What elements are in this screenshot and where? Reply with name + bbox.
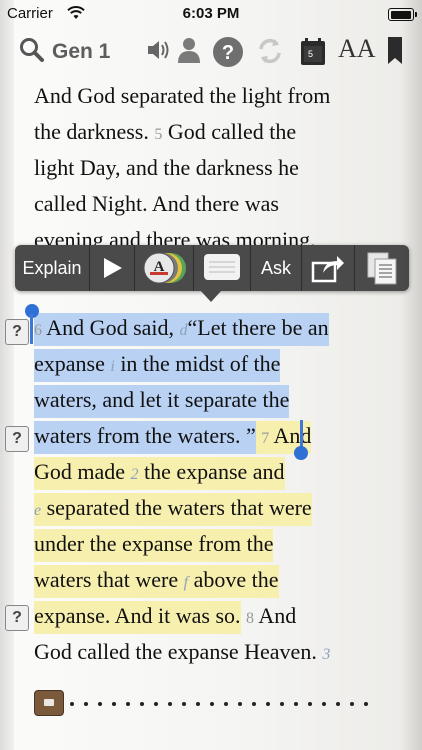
page-dot [154,702,158,706]
battery-fill [390,10,411,19]
help-icon[interactable]: ? [212,36,244,68]
chapter-browser-button[interactable] [34,690,64,716]
speaker-icon[interactable] [144,36,172,64]
page-dot [168,702,172,706]
page-dot [252,702,256,706]
text-line: light Day, and the darkness he [34,155,299,180]
footnote-marker[interactable]: 2 [131,466,139,483]
highlight-colors-icon[interactable]: A [135,245,193,291]
text-size-label: AA [338,34,376,63]
page-dot [224,702,228,706]
text-size-icon[interactable]: AA [338,34,376,64]
selection-menu-pointer [200,290,222,302]
play-icon[interactable] [90,245,134,291]
page-dot [238,702,242,706]
svg-text:?: ? [222,42,234,64]
note-icon[interactable] [194,245,250,291]
page-dot [126,702,130,706]
text-line: called Night. And there was [34,191,279,216]
page-dot [336,702,340,706]
page-dot [364,702,368,706]
bookmark-icon[interactable] [387,36,403,66]
selection-start-caret [30,314,33,344]
text-line: expanse. And it was so. 8 And [34,598,296,634]
footnote-marker[interactable]: f [184,574,188,591]
calendar-icon[interactable]: 5 [299,36,327,66]
copy-icon[interactable] [355,245,409,291]
page-indicator[interactable] [70,694,378,706]
footnote-marker[interactable]: d [180,322,188,339]
page-dot [98,702,102,706]
question-marker-button[interactable]: ? [5,605,29,631]
footnote-marker[interactable]: 3 [322,646,330,663]
ask-button[interactable]: Ask [251,245,301,291]
page-dot [196,702,200,706]
page-dot [308,702,312,706]
share-icon[interactable] [302,245,354,291]
page-dot [210,702,214,706]
person-icon[interactable] [176,36,202,64]
text-line: expanse i in the midst of the [34,346,281,382]
page-dot [112,702,116,706]
question-marker-button[interactable]: ? [5,426,29,452]
question-marker-button[interactable]: ? [5,319,29,345]
explain-button[interactable]: Explain [15,245,89,291]
text-line: under the expanse from the [34,526,274,562]
text-line: e separated the waters that were [34,490,312,526]
text-line: waters that were f above the [34,562,279,598]
status-bar: Carrier 6:03 PM [0,0,422,28]
page-dot [140,702,144,706]
page-dot [182,702,186,706]
footnote-marker[interactable]: e [34,502,41,519]
clock: 6:03 PM [182,5,240,22]
sync-icon[interactable] [255,36,285,66]
text-line: waters from the waters. ” 7 And [34,418,312,454]
color-letter: A [154,259,165,275]
reference-button[interactable]: Gen 1 [52,40,110,64]
selection-end-handle[interactable] [294,446,308,460]
scripture-text[interactable]: And God separated the light from the dar… [0,76,422,676]
text-line: And God separated the light from [34,83,331,108]
verse-number[interactable]: 7 [261,430,269,447]
page-dot [84,702,88,706]
page-dot [266,702,270,706]
page-dot [70,702,74,706]
page-dot [280,702,284,706]
calendar-day: 5 [308,49,313,59]
toolbar: Gen 1 ? 5 AA [0,30,422,74]
wallet-icon [44,699,54,706]
page-dot [350,702,354,706]
footnote-marker[interactable]: i [110,358,114,375]
text-line: God made 2 the expanse and [34,454,285,490]
text-line: waters, and let it separate the [34,382,290,418]
reader-page: Carrier 6:03 PM Gen 1 ? 5 AA And God sep… [0,0,422,750]
search-icon[interactable] [18,36,46,64]
text-line: the darkness. 5 God called the [34,119,297,144]
selection-menu: Explain A Ask [15,245,409,291]
page-dot [294,702,298,706]
verse-number[interactable]: 6 [34,322,42,339]
page-dot [322,702,326,706]
verse-number[interactable]: 8 [246,610,254,627]
battery-icon [388,8,417,21]
verse-number[interactable]: 5 [154,126,162,143]
text-line: 6 And God said, d“Let there be an [34,310,329,346]
text-line: God called the expanse Heaven. 3 [34,639,331,664]
